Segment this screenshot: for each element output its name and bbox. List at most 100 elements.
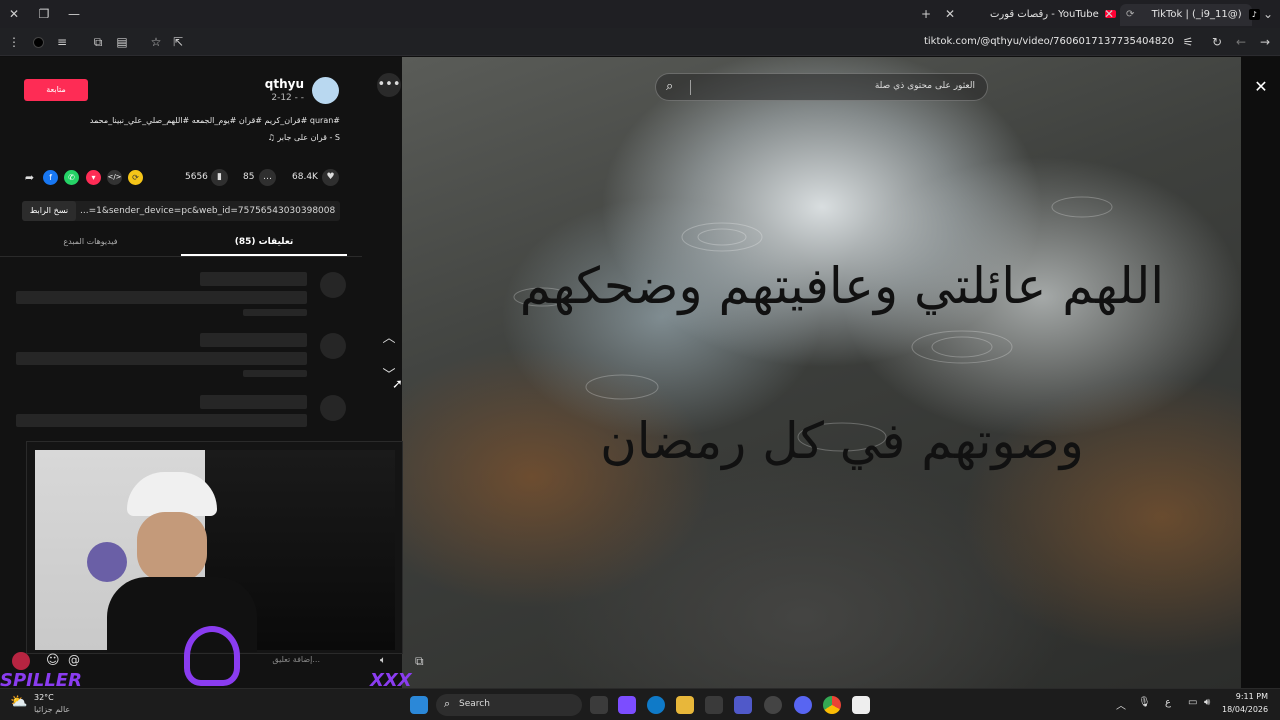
post-sound[interactable]: ♫ قران على جابر - S	[180, 133, 340, 142]
tab-list-chevron-icon[interactable]: ⌄	[1258, 0, 1278, 28]
picture-in-picture-icon[interactable]: ⧉	[415, 654, 424, 669]
search-icon[interactable]: ⌕	[666, 79, 673, 94]
task-view-icon[interactable]	[590, 696, 608, 714]
volume-icon[interactable]: 🔈︎	[380, 655, 386, 666]
comments-count: 85	[243, 172, 255, 182]
comment-skeleton-line	[200, 333, 307, 347]
search-bar[interactable]: ⌕ العثور على محتوى ذي صلة	[655, 73, 988, 101]
saves-count: 5656	[185, 172, 208, 182]
reading-list-icon[interactable]: ≡	[52, 28, 72, 56]
follow-button[interactable]: متابعة	[24, 79, 88, 101]
repost-icon[interactable]: ⟳	[128, 170, 143, 185]
likes-count: 68.4K	[292, 172, 318, 182]
forward-icon[interactable]: ←	[1231, 28, 1251, 56]
comment-icon[interactable]: …	[259, 169, 276, 186]
streamer-face	[137, 512, 207, 582]
menu-icon[interactable]: ⋮	[4, 28, 24, 56]
chrome-icon[interactable]	[823, 696, 841, 714]
clock-date[interactable]: 18/04/2026	[1222, 705, 1268, 714]
tab-youtube[interactable]: رقصات قورت - YouTube	[990, 4, 1116, 26]
share-link-text[interactable]: ...=1&sender_device=pc&web_id=7575654303…	[80, 201, 336, 221]
weather-icon[interactable]: ⛅	[10, 694, 27, 710]
whatsapp-icon[interactable]: ✆	[64, 170, 79, 185]
back-icon[interactable]: →	[1255, 28, 1275, 56]
comment-skeleton-line	[16, 414, 307, 427]
taskbar-search-box[interactable]: ⌕ Search	[436, 694, 582, 716]
video-player[interactable]: ⌕ العثور على محتوى ذي صلة اللهم عائلتي و…	[402, 57, 1241, 688]
comment-skeleton-avatar	[320, 395, 346, 421]
stream-logo-icon	[184, 626, 240, 686]
tab-label: TikTok | (_i9_11@)	[1151, 9, 1242, 20]
comment-skeleton-line	[243, 309, 307, 316]
clock-time[interactable]: 9:11 PM	[1222, 692, 1268, 701]
comment-skeleton-line	[200, 272, 307, 286]
webcam-overlay	[26, 441, 403, 654]
more-options-icon[interactable]: •••	[377, 73, 401, 97]
address-bar[interactable]: tiktok.com/@qthyu/video/7606017137735404…	[924, 28, 1174, 56]
heart-icon[interactable]: ♥	[322, 169, 339, 186]
restore-window-icon[interactable]: ❐	[34, 0, 54, 28]
embed-icon[interactable]: </>	[107, 170, 122, 185]
discord-icon[interactable]	[794, 696, 812, 714]
teams-icon[interactable]	[734, 696, 752, 714]
app-icon[interactable]	[764, 696, 782, 714]
copy-link-button[interactable]: نسخ الرابط	[22, 201, 76, 221]
microphone-icon[interactable]: 🎙︎	[1138, 697, 1151, 708]
mention-icon[interactable]: @	[68, 653, 80, 667]
previous-video-chevron-icon[interactable]: ︿	[377, 327, 401, 351]
post-caption: #quran #قران_كريم #قران #يوم_الجمعه #الل…	[89, 116, 340, 125]
author-avatar[interactable]	[312, 77, 339, 104]
share-arrow-icon[interactable]: ➦	[22, 170, 37, 185]
comment-skeleton-avatar	[320, 333, 346, 359]
weather-text: عالم جزائيا	[34, 705, 71, 714]
collections-icon[interactable]: ▤	[112, 28, 132, 56]
author-username[interactable]: qthyu	[250, 77, 304, 91]
close-tab-icon[interactable]: ✕	[940, 0, 960, 28]
close-icon[interactable]: ✕	[1249, 75, 1273, 99]
weather-temp: 32°C	[34, 693, 54, 702]
new-tab-icon[interactable]: +	[916, 0, 936, 28]
edge-icon[interactable]	[647, 696, 665, 714]
search-divider	[690, 80, 691, 95]
file-explorer-icon[interactable]	[676, 696, 694, 714]
favorite-star-icon[interactable]: ☆	[146, 28, 166, 56]
browser-toolbar: ⋮ ≡ ⧉ ▤ ☆ ⇱ tiktok.com/@qthyu/video/7606…	[0, 28, 1280, 56]
send-comment-icon[interactable]	[12, 652, 30, 670]
network-icon[interactable]: ▭	[1188, 697, 1197, 708]
post-date: 2-12 - -	[271, 93, 304, 103]
close-window-icon[interactable]: ✕	[4, 0, 24, 28]
facebook-icon[interactable]: f	[43, 170, 58, 185]
copilot-icon[interactable]	[618, 696, 636, 714]
search-icon: ⌕	[444, 697, 451, 710]
tray-chevron-icon[interactable]: ︿	[1116, 697, 1126, 712]
app-icon-2[interactable]	[852, 696, 870, 714]
video-text-line-2: وصوتهم في كل رمضان	[600, 412, 1084, 470]
close-tab-icon[interactable]: ✕	[1099, 0, 1119, 28]
profile-icon[interactable]	[28, 28, 48, 56]
send-icon[interactable]: ▾	[86, 170, 101, 185]
tab-audio-icon: ⟳	[1126, 9, 1135, 20]
tab-comments[interactable]: تعليقات (85)	[181, 232, 347, 256]
language-indicator[interactable]: ع	[1165, 697, 1171, 708]
right-strip: ✕	[1241, 57, 1280, 688]
site-settings-icon[interactable]: ⚟	[1178, 28, 1198, 56]
bookmark-icon[interactable]: ▮	[211, 169, 228, 186]
comment-skeleton-avatar	[320, 272, 346, 298]
comment-skeleton-line	[200, 395, 307, 409]
store-icon[interactable]	[705, 696, 723, 714]
rain-ripples	[513, 196, 1113, 452]
extensions-icon[interactable]: ⧉	[88, 28, 108, 56]
share-page-icon[interactable]: ⇱	[168, 28, 188, 56]
reload-icon[interactable]: ↻	[1207, 28, 1227, 56]
search-input[interactable]: العثور على محتوى ذي صلة	[875, 81, 975, 91]
comment-input[interactable]: إضافة تعليق...	[240, 655, 320, 664]
volume-tray-icon[interactable]: 🔊︎	[1204, 697, 1210, 708]
tabs-divider	[0, 256, 362, 257]
emoji-icon[interactable]: ☺	[46, 653, 60, 668]
tab-tiktok[interactable]: ⟳ TikTok | (_i9_11@) ♪	[1120, 4, 1260, 26]
windows-start-icon[interactable]	[410, 696, 428, 714]
minimize-window-icon[interactable]: —	[64, 0, 84, 28]
tab-creator-videos[interactable]: فيديوهات المبدع	[0, 232, 181, 256]
video-text-line-1: اللهم عائلتي وعافيتهم وضحكهم	[519, 257, 1165, 315]
browser-tab-bar: ✕ ❐ — + ✕ رقصات قورت - YouTube ✕ ⟳ TikTo…	[0, 0, 1280, 28]
